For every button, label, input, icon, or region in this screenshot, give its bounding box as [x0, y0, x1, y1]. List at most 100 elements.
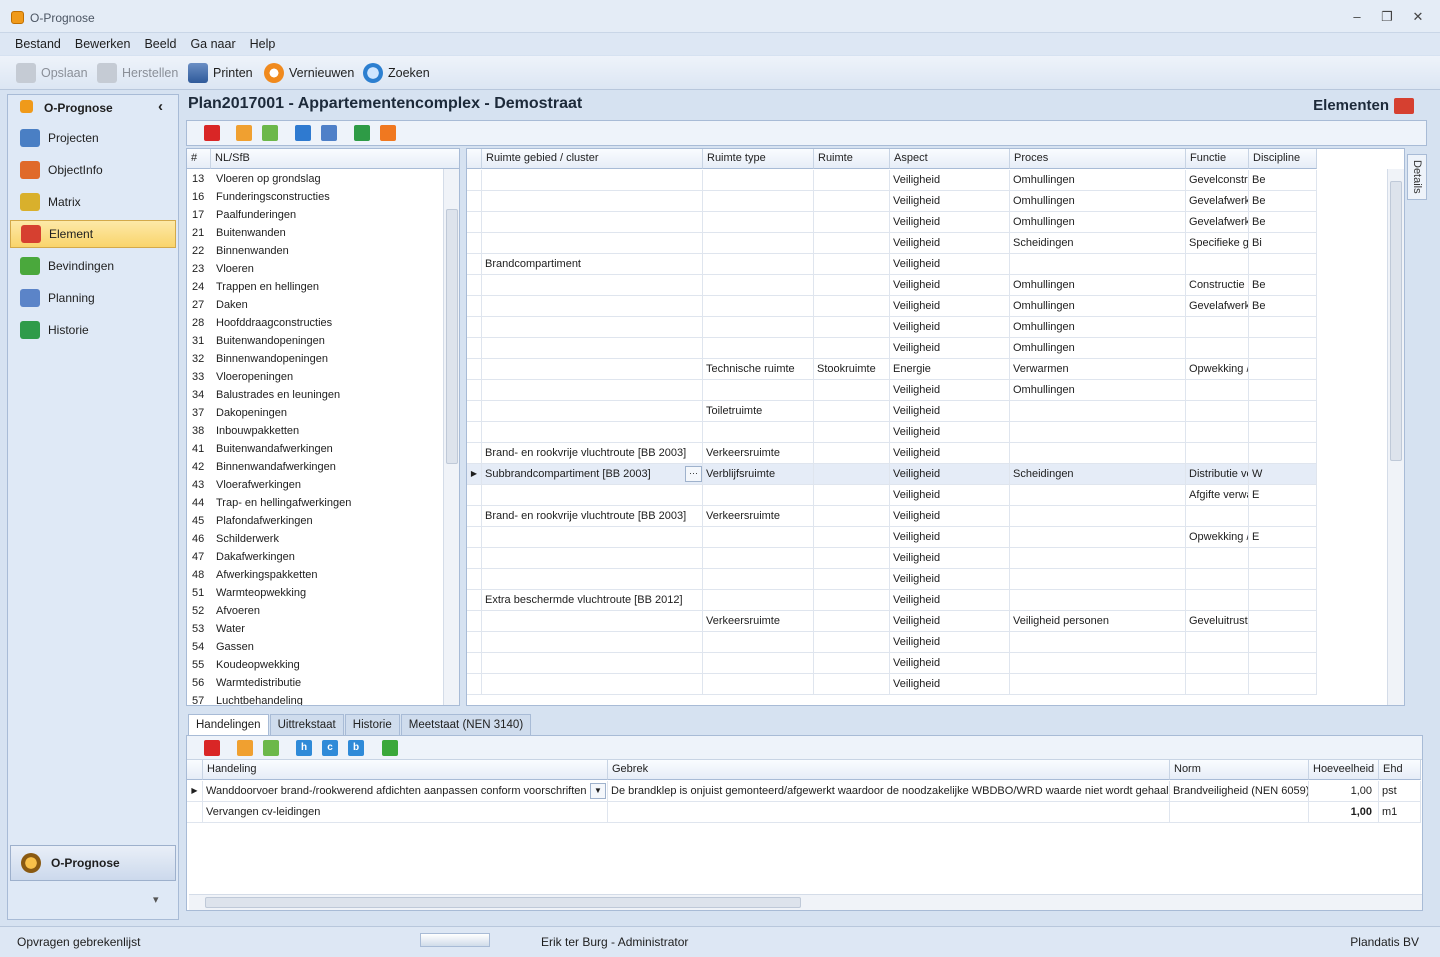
grid-row[interactable]: Verkeersruimte Veiligheid Veiligheid perso… — [467, 611, 1317, 632]
column-header-proces[interactable]: Proces — [1010, 149, 1186, 169]
nav-overflow-button[interactable]: ▾ — [153, 893, 159, 906]
code-list-row[interactable]: 17 Paalfunderingen — [187, 206, 443, 224]
code-list-row[interactable]: 34 Balustrades en leuningen — [187, 386, 443, 404]
menu-help[interactable]: Help — [243, 35, 283, 53]
scroll-thumb[interactable] — [446, 209, 458, 464]
code-list-row[interactable]: 16 Funderingsconstructies — [187, 188, 443, 206]
code-list-row[interactable]: 57 Luchtbehandeling — [187, 692, 443, 705]
column-header-ruimte-type[interactable]: Ruimte type — [703, 149, 814, 169]
open-icon[interactable] — [237, 740, 253, 756]
b-button[interactable]: b — [348, 740, 364, 756]
code-list-row[interactable]: 37 Dakopeningen — [187, 404, 443, 422]
column-header-norm[interactable]: Norm — [1170, 760, 1309, 780]
tab-uittrekstaat[interactable]: Uittrekstaat — [269, 714, 344, 735]
grid-row[interactable]: Veiligheid — [467, 569, 1317, 590]
code-list-row[interactable]: 33 Vloeropeningen — [187, 368, 443, 386]
code-list-row[interactable]: 44 Trap- en hellingafwerkingen — [187, 494, 443, 512]
nav-item-matrix[interactable]: Matrix — [10, 188, 176, 216]
c-button[interactable]: c — [322, 740, 338, 756]
copy-icon[interactable] — [321, 125, 337, 141]
handeling-row[interactable]: Vervangen cv-leidingen 1,00 m1 — [187, 802, 1421, 823]
print-icon[interactable] — [380, 125, 396, 141]
code-list-row[interactable]: 32 Binnenwandopeningen — [187, 350, 443, 368]
cluster-picker-button[interactable]: ··· — [685, 466, 702, 482]
grid-row[interactable]: Brandcompartiment Veiligheid — [467, 254, 1317, 275]
search-button[interactable]: Zoeken — [363, 62, 430, 84]
restore-button[interactable]: ❐ — [1373, 7, 1401, 27]
tab-historie[interactable]: Historie — [344, 714, 400, 735]
code-list-row[interactable]: 13 Vloeren op grondslag — [187, 170, 443, 188]
tab-meetstaat-nen-3140[interactable]: Meetstaat (NEN 3140) — [400, 714, 532, 735]
code-list-row[interactable]: 55 Koudeopwekking — [187, 656, 443, 674]
grid-row[interactable]: Veiligheid Omhullingen — [467, 380, 1317, 401]
print-button[interactable]: Printen — [188, 62, 253, 84]
window-icon[interactable] — [262, 125, 278, 141]
menu-bewerken[interactable]: Bewerken — [68, 35, 138, 53]
column-header-nlsfb[interactable]: NL/SfB — [211, 149, 459, 169]
handeling-row[interactable]: ▶ Wanddoorvoer brand-/rookwerend afdichte… — [187, 781, 1421, 802]
refresh-button[interactable]: Vernieuwen — [264, 62, 354, 84]
check-icon[interactable] — [382, 740, 398, 756]
nav-item-historie[interactable]: Historie — [10, 316, 176, 344]
code-list-row[interactable]: 47 Dakafwerkingen — [187, 548, 443, 566]
grid-row[interactable]: VeiligheidOmhullingenConstructie gevelop… — [467, 275, 1317, 296]
code-list-row[interactable]: 56 Warmtedistributie — [187, 674, 443, 692]
code-list-row[interactable]: 27 Daken — [187, 296, 443, 314]
code-list-row[interactable]: 38 Inbouwpakketten — [187, 422, 443, 440]
grid-row[interactable]: ▶ Subbrandcompartiment [BB 2003] Verblijfs… — [467, 464, 1317, 485]
code-list-row[interactable]: 24 Trappen en hellingen — [187, 278, 443, 296]
nav-item-element[interactable]: Element — [10, 220, 176, 248]
code-list-row[interactable]: 21 Buitenwanden — [187, 224, 443, 242]
collapse-nav-button[interactable]: ‹ — [158, 98, 163, 115]
grid-row[interactable]: Veiligheid — [467, 422, 1317, 443]
minimize-button[interactable]: – — [1343, 7, 1371, 27]
grid-row[interactable]: Veiligheid — [467, 653, 1317, 674]
nav-bottom-app-button[interactable]: O-Prognose — [10, 845, 176, 881]
code-list-scrollbar[interactable] — [443, 169, 459, 705]
grid-row[interactable]: Extra beschermde vluchtroute [BB 2012] Ve… — [467, 590, 1317, 611]
grid-row[interactable]: Veiligheid Omhullingen — [467, 338, 1317, 359]
excel-export-icon[interactable] — [354, 125, 370, 141]
grid-row[interactable]: Technische ruimte Stookruimte Energie Verwa… — [467, 359, 1317, 380]
code-list-row[interactable]: 42 Binnenwandafwerkingen — [187, 458, 443, 476]
grid-row[interactable]: VeiligheidScheidingenSpecifieke gebruike… — [467, 233, 1317, 254]
grid-row[interactable]: Veiligheid — [467, 632, 1317, 653]
code-list-row[interactable]: 52 Afvoeren — [187, 602, 443, 620]
grid-row[interactable]: Veiligheid Omhullingen — [467, 317, 1317, 338]
code-list-row[interactable]: 43 Vloerafwerkingen — [187, 476, 443, 494]
code-list-row[interactable]: 46 Schilderwerk — [187, 530, 443, 548]
details-tab[interactable]: Details — [1407, 154, 1427, 200]
delete-icon[interactable] — [204, 740, 220, 756]
code-list-row[interactable]: 23 Vloeren — [187, 260, 443, 278]
tab-handelingen[interactable]: Handelingen — [188, 714, 269, 736]
menu-beeld[interactable]: Beeld — [137, 35, 183, 53]
code-list-row[interactable]: 31 Buitenwandopeningen — [187, 332, 443, 350]
nav-item-projecten[interactable]: Projecten — [10, 124, 176, 152]
column-header-ruimte-gebied-cluster[interactable]: Ruimte gebied / cluster — [482, 149, 703, 169]
grid-row[interactable]: VeiligheidOmhullingenGevelconstructiesBe — [467, 170, 1317, 191]
grid-row[interactable]: VeiligheidOmhullingenGevelafwerkingenBe — [467, 296, 1317, 317]
scroll-thumb[interactable] — [205, 897, 801, 908]
nav-item-objectinfo[interactable]: ObjectInfo — [10, 156, 176, 184]
code-list-row[interactable]: 54 Gassen — [187, 638, 443, 656]
grid-row[interactable]: Veiligheid — [467, 674, 1317, 695]
handeling-dropdown-button[interactable]: ▼ — [590, 783, 606, 799]
grid-row[interactable]: Veiligheid — [467, 548, 1317, 569]
window-icon[interactable] — [263, 740, 279, 756]
column-header-hoeveelheid[interactable]: Hoeveelheid — [1309, 760, 1379, 780]
add-icon[interactable] — [295, 125, 311, 141]
save-button[interactable]: Opslaan — [16, 62, 88, 84]
grid-row[interactable]: Toiletruimte Veiligheid — [467, 401, 1317, 422]
column-header-number[interactable]: # — [187, 149, 211, 169]
code-list-row[interactable]: 22 Binnenwanden — [187, 242, 443, 260]
code-list-row[interactable]: 41 Buitenwandafwerkingen — [187, 440, 443, 458]
delete-icon[interactable] — [204, 125, 220, 141]
nav-item-bevindingen[interactable]: Bevindingen — [10, 252, 176, 280]
grid-row[interactable]: Brand- en rookvrije vluchtroute [BB 2003… — [467, 506, 1317, 527]
restore-changes-button[interactable]: Herstellen — [97, 62, 178, 84]
column-header-functie[interactable]: Functie — [1186, 149, 1249, 169]
grid-row[interactable]: VeiligheidOmhullingenGevelafwerkingenBe — [467, 212, 1317, 233]
column-header-discipline[interactable]: Discipline — [1249, 149, 1317, 169]
h-button[interactable]: h — [296, 740, 312, 756]
grid-row[interactable]: Veiligheid Afgifte verwarmenE — [467, 485, 1317, 506]
